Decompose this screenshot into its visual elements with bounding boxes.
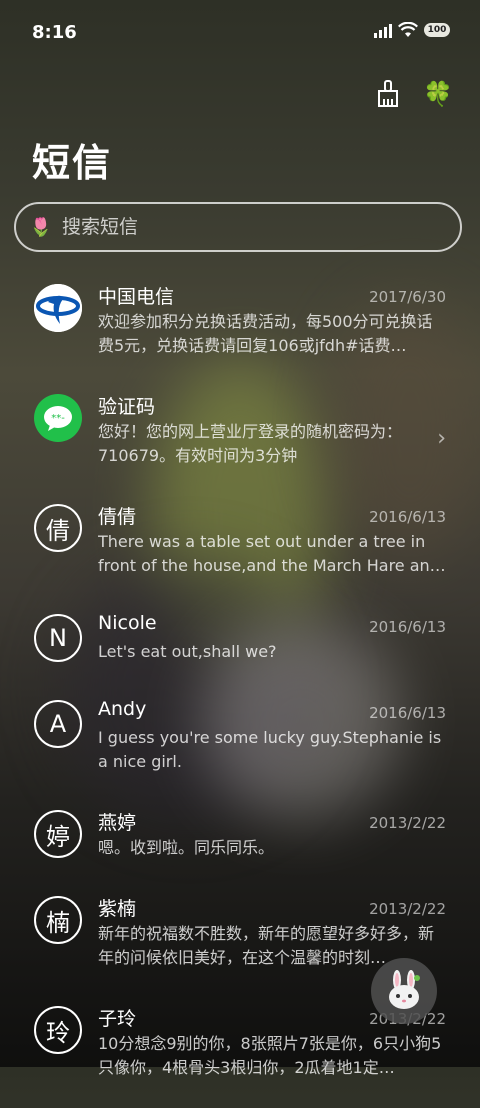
avatar: 楠: [34, 896, 82, 944]
chevron-right-icon: ›: [437, 426, 446, 451]
avatar: 玲: [34, 1006, 82, 1054]
message-date: 2017/6/30: [369, 288, 446, 306]
conversation-row[interactable]: N Nicole 2016/6/13 Let's eat out,shall w…: [0, 606, 480, 692]
contact-name: 中国电信: [98, 286, 175, 308]
contact-name: Nicole: [98, 612, 157, 634]
battery-icon: 100: [424, 23, 450, 37]
signal-icon: [374, 22, 392, 38]
message-preview: There was a table set out under a tree i…: [98, 532, 446, 575]
page-title: 短信: [32, 141, 113, 185]
clover-icon[interactable]: 🍀: [422, 78, 454, 110]
contact-name: 验证码: [98, 396, 156, 418]
contact-name: 燕婷: [98, 812, 137, 834]
svg-text:**-: **-: [51, 413, 65, 424]
message-preview: 欢迎参加积分兑换话费活动，每500分可兑换话费5元，兑换话费请回复106或jfd…: [98, 312, 433, 355]
conversation-row[interactable]: 中国电信 2017/6/30 欢迎参加积分兑换话费活动，每500分可兑换话费5元…: [0, 276, 480, 386]
conversation-row[interactable]: 婷 燕婷 2013/2/22 嗯。收到啦。同乐同乐。: [0, 802, 480, 888]
top-actions: 🍀: [372, 78, 454, 110]
message-preview: 10分想念9别的你，8张照片7张是你，6只小狗5只像你，4根骨头3根归你，2瓜着…: [98, 1034, 442, 1077]
message-preview: 嗯。收到啦。同乐同乐。: [98, 838, 275, 857]
bunny-fab-button[interactable]: [371, 958, 437, 1024]
conversation-row[interactable]: 倩 倩倩 2016/6/13 There was a table set out…: [0, 496, 480, 606]
contact-name: 倩倩: [98, 506, 137, 528]
status-time: 8:16: [32, 22, 77, 43]
search-input[interactable]: [60, 215, 424, 239]
bunny-icon: [389, 970, 420, 1009]
contact-name: 子玲: [98, 1008, 137, 1030]
avatar: N: [34, 614, 82, 662]
message-preview: 您好！您的网上营业厅登录的随机密码为：710679。有效时间为3分钟: [98, 422, 403, 465]
avatar: 倩: [34, 504, 82, 552]
contact-name: 紫楠: [98, 898, 137, 920]
message-date: 2013/2/22: [369, 814, 446, 832]
china-telecom-logo-icon: [34, 284, 82, 332]
wifi-icon: [398, 22, 418, 37]
avatar: A: [34, 700, 82, 748]
system-icons: 100: [374, 22, 450, 38]
conversation-row[interactable]: **- 验证码 您好！您的网上营业厅登录的随机密码为：710679。有效时间为3…: [0, 386, 480, 496]
status-bar: 8:16 100: [0, 0, 480, 66]
chat-bubble-icon: **-: [34, 394, 82, 442]
search-bar[interactable]: 🌷: [14, 202, 462, 252]
message-date: 2013/2/22: [369, 900, 446, 918]
message-preview: Let's eat out,shall we?: [98, 642, 277, 661]
message-date: 2016/6/13: [369, 704, 446, 722]
message-preview: I guess you're some lucky guy.Stephanie …: [98, 728, 442, 771]
avatar: 婷: [34, 810, 82, 858]
flower-icon: 🌷: [29, 216, 53, 238]
conversation-row[interactable]: A Andy 2016/6/13 I guess you're some luc…: [0, 692, 480, 802]
broom-icon[interactable]: [372, 78, 404, 110]
contact-name: Andy: [98, 698, 147, 720]
message-date: 2016/6/13: [369, 508, 446, 526]
message-date: 2016/6/13: [369, 618, 446, 636]
